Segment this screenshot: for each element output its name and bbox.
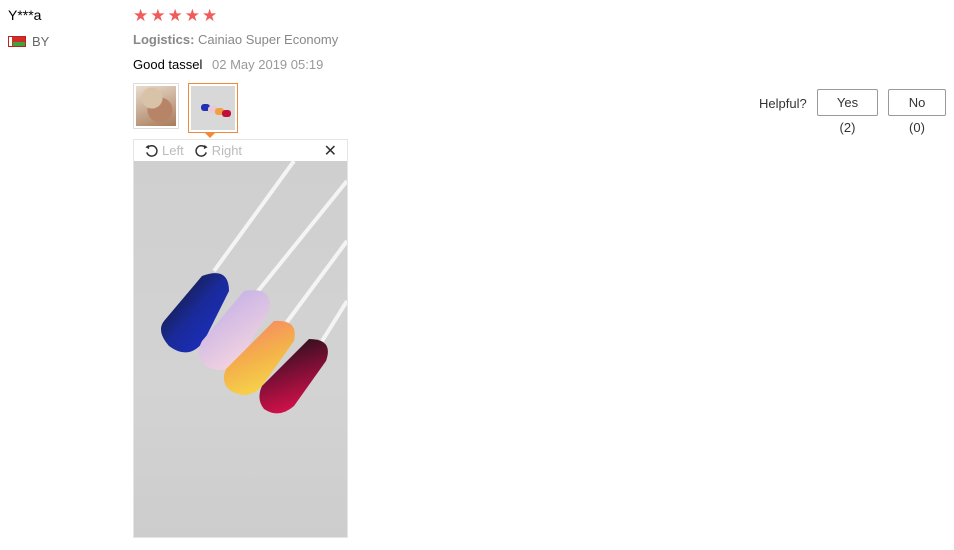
logistics-value: Cainiao Super Economy xyxy=(198,32,339,47)
rotate-right-icon xyxy=(195,144,208,157)
rotate-right-button[interactable]: Right xyxy=(194,143,242,158)
reviewer-country: BY xyxy=(8,34,49,49)
logistics-info: Logistics: Cainiao Super Economy xyxy=(133,32,338,47)
close-icon[interactable]: ✕ xyxy=(324,141,337,161)
review-content: Good tassel 02 May 2019 05:19 xyxy=(133,57,323,72)
review-text: Good tassel xyxy=(133,57,203,72)
rotate-left-button[interactable]: Left xyxy=(144,143,184,158)
review-thumbnail[interactable] xyxy=(133,83,179,129)
star-icon: ★ xyxy=(150,6,166,25)
logistics-label: Logistics: xyxy=(133,32,195,47)
helpful-no-button[interactable]: No (0) xyxy=(888,89,946,135)
thumbnail-image xyxy=(191,86,235,130)
review-date: 02 May 2019 05:19 xyxy=(212,57,324,72)
reviewer-name: Y***a xyxy=(8,7,42,23)
helpful-yes-button[interactable]: Yes (2) xyxy=(817,89,878,135)
helpful-label: Helpful? xyxy=(759,96,807,111)
rotate-right-label: Right xyxy=(211,143,243,158)
country-code: BY xyxy=(32,34,50,49)
review-thumbnail-selected[interactable] xyxy=(188,83,238,133)
flag-icon xyxy=(8,36,26,47)
image-viewer: Left Right ✕ xyxy=(133,139,348,538)
selected-caret xyxy=(204,132,216,138)
viewer-toolbar: Left Right ✕ xyxy=(134,140,347,161)
rotate-left-label: Left xyxy=(162,143,184,158)
rating-stars: ★ ★ ★ ★ ★ xyxy=(133,6,217,25)
star-icon: ★ xyxy=(133,6,149,25)
review-photo xyxy=(134,161,347,537)
star-icon: ★ xyxy=(184,6,200,25)
thumbnail-image xyxy=(136,86,176,126)
star-icon: ★ xyxy=(167,6,183,25)
star-icon: ★ xyxy=(202,6,218,25)
nail-swatches-image xyxy=(160,161,347,414)
rotate-left-icon xyxy=(145,144,158,157)
